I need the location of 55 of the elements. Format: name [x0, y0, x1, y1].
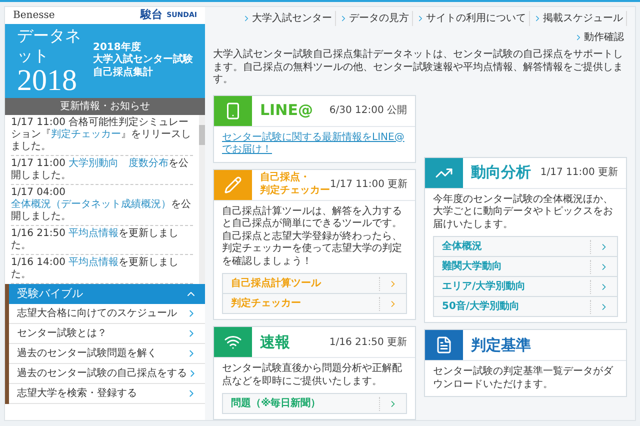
nav-link[interactable]: データの見方	[336, 11, 413, 26]
news-link[interactable]: 平均点情報	[68, 256, 119, 268]
nav-link[interactable]: 大学入試センター	[239, 11, 336, 26]
update-time: 1/17 11:00 更新	[330, 178, 408, 192]
hero-subtitle: 大学入試センター試験	[93, 54, 193, 66]
hero-subtitle: 自己採点集計	[93, 66, 154, 80]
card-link[interactable]: 判定チェッカー	[223, 294, 406, 313]
card-link[interactable]: 50音/大学別動向	[434, 297, 617, 316]
card-title: 速報	[260, 332, 290, 353]
nav-link[interactable]: サイトの利用について	[413, 11, 530, 26]
intro-text: 大学入試センター試験自己採点集計データネットは、センター試験の自己採点をサポートします。自己採点の無料ツールの他、センター試験速報や平均点情報、解答情報をご提供します。	[213, 49, 624, 86]
hero-year: 2018	[17, 66, 78, 96]
line-link[interactable]: センター試験に関する最新情報をLINE@でお届け！	[222, 132, 407, 156]
chevron-icon	[242, 14, 251, 23]
smartphone-icon	[224, 102, 242, 120]
document-icon	[435, 336, 453, 354]
card-link[interactable]: 全体概況	[434, 237, 617, 257]
scrollbar[interactable]	[199, 114, 205, 284]
hero-subtitle-year: 2018年度	[93, 42, 142, 54]
card-description: 今年度のセンター試験の全体概況ほか、大学ごとに動向データやトピックスをお届けいたします。	[433, 194, 614, 231]
card-description: センター試験直後から問題分析や正解配点などを即時にご提供いたします。	[222, 363, 403, 388]
card-link[interactable]: 問題（※毎日新聞）	[223, 394, 406, 413]
sundai-logo: 駿台	[140, 7, 163, 23]
news-link[interactable]: 平均点情報	[68, 228, 119, 238]
card-title: LINE@	[260, 100, 313, 122]
card-description: センター試験の判定基準一覧データがダウンロードいただけます。	[433, 366, 614, 391]
update-time: 6/30 12:00 公開	[329, 104, 407, 118]
chevron-icon	[339, 14, 348, 23]
hero-title: データネット	[17, 26, 82, 66]
card-description: 自己採点計算ツールは、解答を入力すると自己採点が簡単にできるツールです。自己採点と志望大学登録が終わったら、判定チェッカーを使って志望大学の判定を確認しましょう！	[222, 206, 403, 268]
update-time: 1/16 21:50 更新	[329, 336, 407, 350]
nav-link[interactable]: 掲載スケジュール	[530, 11, 627, 26]
news-item: 1/17 04:00 全体概況（データネット成績概況）を公開しました。	[11, 184, 193, 226]
update-time: 1/17 11:00 更新	[540, 166, 618, 180]
chevron-icon	[533, 14, 542, 23]
card-title: 自己採点・ 判定チェッカー	[260, 172, 330, 197]
wifi-icon	[224, 333, 242, 351]
news-link[interactable]: 大学別動向 度数分布	[68, 158, 169, 168]
news-item: 1/17 11:00 合格可能性判定シミュレーション『判定チェッカー』をリリースしました。	[11, 114, 193, 156]
chevron-icon	[416, 14, 425, 23]
chevron-icon	[574, 33, 583, 42]
card-title: 動向分析	[471, 162, 531, 184]
news-link[interactable]: 判定チェッカー	[51, 128, 121, 140]
card-link[interactable]: 自己採点計算ツール	[223, 274, 406, 294]
benesse-logo: Benesse	[13, 8, 55, 23]
bible-header[interactable]: 受験バイブル	[9, 284, 205, 304]
card-link[interactable]: エリア/大学別動向	[434, 277, 617, 297]
card-link[interactable]: 難関大学動向	[434, 257, 617, 277]
pencil-icon	[224, 176, 242, 194]
nav-link[interactable]: 動作確認	[571, 30, 627, 45]
news-link[interactable]: 全体概況（データネット成績概況）	[11, 198, 171, 210]
news-item: 1/17 11:00 大学別動向 度数分布を公開しました。	[11, 156, 193, 184]
news-item: 1/16 21:50 平均点情報を更新しました。	[11, 226, 193, 254]
card-title: 判定基準	[471, 334, 531, 356]
news-header: 更新情報・お知らせ	[5, 98, 205, 114]
